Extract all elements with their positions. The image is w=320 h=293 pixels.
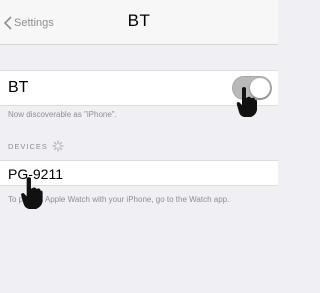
navigation-bar: Settings BT <box>0 0 278 45</box>
devices-header-label: DEVICES <box>8 141 48 151</box>
apple-watch-caption: To pair an Apple Watch with your iPhone,… <box>8 195 230 204</box>
spinner-icon <box>52 140 64 152</box>
pointing-hand-icon <box>21 177 43 209</box>
devices-header: DEVICES <box>8 140 64 152</box>
discoverable-caption: Now discoverable as "iPhone". <box>8 110 117 119</box>
page-title: BT <box>127 11 151 30</box>
pointing-hand-icon <box>236 87 257 117</box>
bluetooth-label: BT <box>8 79 29 96</box>
